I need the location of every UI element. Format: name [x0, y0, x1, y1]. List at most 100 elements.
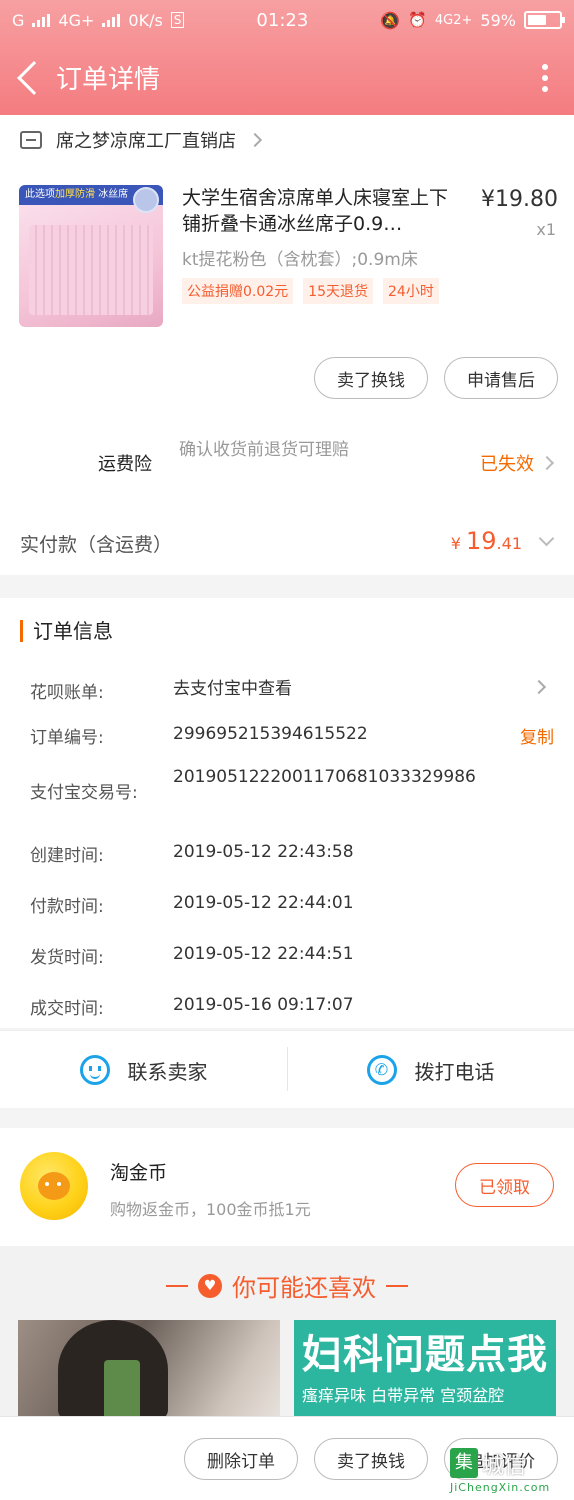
mat-illustration: [29, 225, 153, 315]
signal-icon-2: [102, 13, 121, 27]
coin-icon: [20, 1152, 88, 1220]
info-value: 2019-05-12 22:44:01: [173, 893, 354, 913]
pillow-illustration: [133, 187, 159, 213]
contact-bar: 联系卖家 ✆ 拨打电话: [0, 1030, 574, 1108]
network-label: G: [12, 10, 25, 30]
recommend-heading: ♥ 你可能还喜欢: [0, 1268, 574, 1303]
call-phone-button[interactable]: ✆ 拨打电话: [287, 1031, 574, 1109]
info-row-completed: 成交时间: 2019-05-16 09:17:07: [30, 994, 550, 1019]
product-title[interactable]: 大学生宿舍凉席单人床寝室上下铺折叠卡通冰丝席子0.9…: [182, 185, 462, 237]
status-time: 01:23: [256, 9, 309, 31]
order-info-card: 订单信息 花呗账单: 去支付宝中查看 订单编号: 299695215394615…: [0, 598, 574, 1028]
contact-seller-button[interactable]: 联系卖家: [0, 1031, 287, 1109]
net-speed: 0K/s: [128, 10, 163, 30]
more-icon[interactable]: [542, 63, 548, 92]
chevron-right-icon: [531, 679, 547, 695]
recommend-item-2[interactable]: 妇科问题点我 瘙痒异味 白带异常 宫颈盆腔: [294, 1320, 556, 1420]
store-icon: [20, 131, 42, 149]
order-item-card: 席之梦凉席工厂直销店 此选项加厚防滑 冰丝席 大学生宿舍凉席单人床寝室上下铺折叠…: [0, 115, 574, 575]
info-row-shipped: 发货时间: 2019-05-12 22:44:51: [30, 943, 550, 968]
watermark-text: 城信: [482, 1454, 527, 1479]
tag-return: 15天退货: [303, 278, 373, 304]
shop-name: 席之梦凉席工厂直销店: [56, 131, 236, 152]
seller-chat-icon: [79, 1055, 110, 1085]
divider: [386, 1284, 408, 1287]
product-sku: kt提花粉色（含枕套）;0.9m床: [182, 250, 418, 270]
payment-label: 实付款（含运费）: [20, 534, 173, 556]
order-info-heading: 订单信息: [20, 620, 113, 642]
chevron-right-icon: [539, 455, 555, 471]
info-value: 2019051222001170681033329986: [173, 767, 476, 787]
payment-row[interactable]: 实付款（含运费） ¥ 19.41: [0, 515, 574, 575]
network-right-label: 4G2+: [434, 12, 473, 28]
divider: [166, 1284, 188, 1287]
info-key: 发货时间:: [30, 948, 104, 968]
status-bar: G 4G+ 0K/s S 01:23 🔕 ⏰ 4G2+ 59%: [0, 0, 574, 40]
info-value: 2019-05-12 22:43:58: [173, 842, 354, 862]
heart-icon: ♥: [198, 1273, 222, 1298]
watermark-url: JiChengXin.com: [450, 1481, 551, 1494]
chevron-right-icon: [247, 132, 263, 148]
delete-order-button[interactable]: 删除订单: [184, 1438, 298, 1480]
ad-headline: 妇科问题点我: [302, 1332, 548, 1378]
freight-insurance-row[interactable]: 运费险 确认收货前退货可理赔 已失效: [0, 430, 574, 492]
resell-button-bottom[interactable]: 卖了换钱: [314, 1438, 428, 1480]
shop-link[interactable]: 席之梦凉席工厂直销店: [20, 127, 263, 153]
sim-badge: S: [170, 12, 185, 28]
payment-amount: ¥ 19.41: [450, 527, 522, 555]
info-row-order-no: 订单编号: 299695215394615522 复制: [30, 723, 554, 748]
product-image[interactable]: 此选项加厚防滑 冰丝席: [19, 185, 163, 327]
after-sale-button[interactable]: 申请售后: [444, 357, 558, 399]
recommend-item-1[interactable]: [18, 1320, 280, 1420]
freight-insurance-desc: 确认收货前退货可理赔: [179, 440, 349, 460]
page-title: 订单详情: [56, 65, 161, 95]
info-key: 成交时间:: [30, 999, 104, 1019]
product-price: ¥19.80: [481, 187, 558, 212]
info-row-created: 创建时间: 2019-05-12 22:43:58: [30, 841, 550, 866]
coin-card: 淘金币 购物返金币，100金币抵1元 已领取: [0, 1128, 574, 1246]
info-key: 花呗账单:: [30, 683, 104, 703]
info-row-huabei[interactable]: 花呗账单: 去支付宝中查看: [30, 678, 550, 703]
drink-illustration: [104, 1360, 140, 1420]
info-row-paid: 付款时间: 2019-05-12 22:44:01: [30, 892, 550, 917]
info-row-alipay-no: 支付宝交易号: 2019051222001170681033329986: [30, 766, 550, 814]
header: G 4G+ 0K/s S 01:23 🔕 ⏰ 4G2+ 59% 订单详情: [0, 0, 574, 115]
network-4g-label: 4G+: [58, 10, 95, 30]
nav-bar: 订单详情: [0, 40, 574, 115]
chevron-down-icon: [538, 530, 555, 547]
coin-subtitle: 购物返金币，100金币抵1元: [110, 1200, 311, 1219]
alarm-icon: ⏰: [408, 11, 427, 29]
contact-seller-label: 联系卖家: [127, 1059, 208, 1084]
info-value: 2019-05-12 22:44:51: [173, 944, 354, 964]
signal-icon: [32, 13, 51, 27]
info-key: 支付宝交易号:: [30, 783, 138, 803]
battery-fill: [527, 15, 546, 25]
status-left: G 4G+ 0K/s S: [12, 10, 185, 30]
product-tags: 公益捐赠0.02元 15天退货 24小时: [182, 278, 439, 304]
coin-title: 淘金币: [110, 1162, 168, 1184]
info-key: 订单编号:: [30, 728, 104, 748]
battery-icon: [523, 11, 565, 29]
freight-insurance-status: 已失效: [480, 450, 555, 476]
mute-icon: 🔕: [380, 10, 401, 30]
resell-button[interactable]: 卖了换钱: [314, 357, 428, 399]
recommend-section: ♥ 你可能还喜欢 妇科问题点我 瘙痒异味 白带异常 宫颈盆腔: [0, 1246, 574, 1420]
watermark-logo: 集: [450, 1448, 478, 1478]
coin-claimed-button[interactable]: 已领取: [455, 1163, 554, 1207]
info-value: 2019-05-16 09:17:07: [173, 995, 354, 1015]
tag-24h: 24小时: [383, 278, 439, 304]
recommend-title: 你可能还喜欢: [232, 1274, 376, 1302]
info-value: 去支付宝中查看: [173, 679, 292, 699]
watermark: 集 城信 JiChengXin.com: [450, 1446, 566, 1496]
status-right: 🔕 ⏰ 4G2+ 59%: [380, 10, 565, 30]
info-key: 付款时间:: [30, 897, 104, 917]
back-icon[interactable]: [17, 60, 51, 95]
tag-donation: 公益捐赠0.02元: [182, 278, 294, 304]
call-phone-label: 拨打电话: [414, 1059, 495, 1084]
ad-subline: 瘙痒异味 白带异常 宫颈盆腔: [302, 1386, 505, 1405]
phone-icon: ✆: [366, 1055, 397, 1085]
copy-button[interactable]: 复制: [520, 723, 554, 748]
info-value: 299695215394615522: [173, 724, 368, 744]
freight-insurance-label: 运费险: [98, 454, 152, 475]
info-key: 创建时间:: [30, 846, 104, 866]
